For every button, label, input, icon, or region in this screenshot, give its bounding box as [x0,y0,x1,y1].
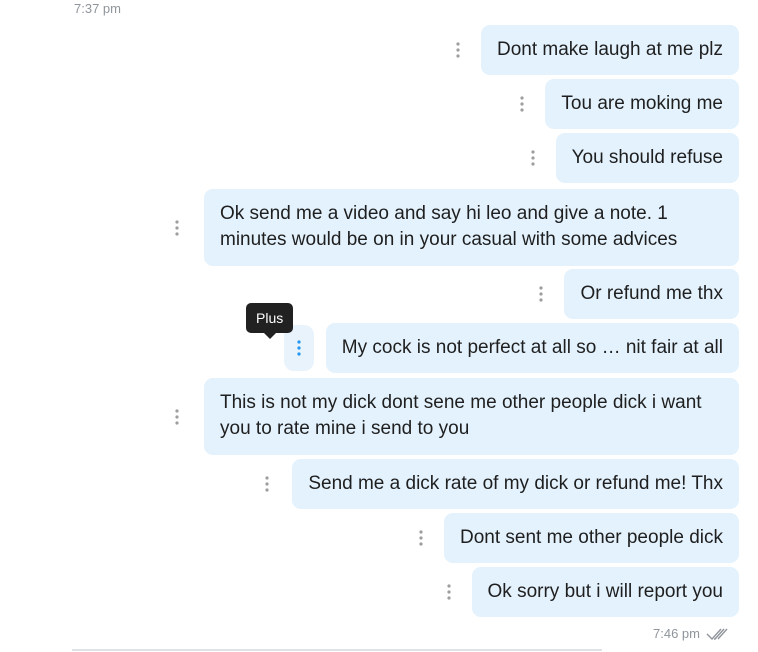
message-bubble[interactable]: My cock is not perfect at all so … nit f… [325,323,739,373]
message-options-button[interactable] [164,404,190,430]
vertical-dots-icon [456,42,460,58]
vertical-dots-icon [520,96,525,112]
message-bubble[interactable]: You should refuse [555,133,739,183]
message-options-button[interactable] [254,471,280,497]
message-row: Ok send me a video and say hi leo and gi… [164,189,739,266]
message-options-button[interactable] [445,37,471,63]
message-row: Dont make laugh at me plz [445,25,739,75]
vertical-dots-icon [175,408,179,425]
message-row: Tou are moking me [509,79,739,129]
message-options-button[interactable] [436,579,462,605]
vertical-dots-icon [530,150,535,166]
message-row: This is not my dick dont sene me other p… [164,378,739,455]
vertical-dots-icon [265,476,269,492]
message-options-button[interactable] [164,215,190,241]
message-options-button[interactable] [528,281,554,307]
message-bubble[interactable]: Dont make laugh at me plz [480,25,739,75]
message-timestamp-bottom: 7:46 pm [653,626,730,641]
message-row: You should refuse [520,133,739,183]
message-row: Or refund me thx [528,269,739,319]
double-check-icon [706,628,728,640]
vertical-dots-icon [446,584,451,600]
message-bubble[interactable]: Or refund me thx [564,269,739,319]
message-row: Send me a dick rate of my dick or refund… [254,459,739,509]
message-bubble[interactable]: This is not my dick dont sene me other p… [204,378,739,455]
message-options-button[interactable] [520,145,546,171]
message-bubble[interactable]: Send me a dick rate of my dick or refund… [292,459,739,509]
message-timestamp-top: 7:37 pm [74,1,121,16]
message-bubble[interactable]: Ok send me a video and say hi leo and gi… [204,189,739,266]
vertical-dots-icon [539,286,544,302]
tooltip: Plus [246,303,294,339]
message-options-button[interactable] [509,91,535,117]
timestamp-text: 7:46 pm [653,626,700,641]
bottom-divider [72,649,602,651]
vertical-dots-icon [297,340,301,356]
vertical-dots-icon [419,530,423,546]
message-row: Ok sorry but i will report you [436,567,739,617]
message-options-button[interactable] [408,525,434,551]
message-row: My cock is not perfect at all so … nit f… [283,323,739,373]
message-bubble[interactable]: Ok sorry but i will report you [471,567,739,617]
message-bubble[interactable]: Tou are moking me [545,79,739,129]
message-bubble[interactable]: Dont sent me other people dick [444,513,739,563]
vertical-dots-icon [175,219,179,236]
message-row: Dont sent me other people dick [408,513,739,563]
